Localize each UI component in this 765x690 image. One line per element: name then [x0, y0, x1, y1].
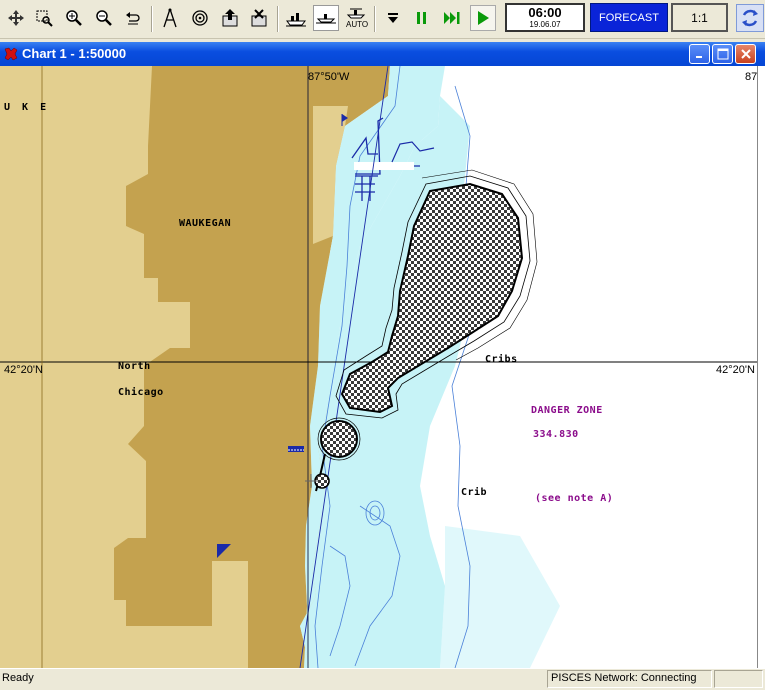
status-bar: Ready PISCES Network: Connecting	[0, 668, 765, 690]
scale-button[interactable]: 1:1	[671, 3, 728, 32]
main-toolbar: AUTO 06:00 19.06.07 FORECAST 1:1	[0, 0, 765, 39]
close-button[interactable]	[735, 44, 756, 64]
zoom-in-icon[interactable]	[61, 5, 87, 31]
network-status: PISCES Network: Connecting	[551, 672, 697, 684]
ship-waterline-icon[interactable]	[313, 5, 339, 31]
harbor-basin	[354, 162, 414, 170]
chart-window-titlebar[interactable]: Chart 1 - 1:50000	[0, 42, 765, 66]
toolbar-separator	[151, 6, 152, 32]
undo-zoom-icon[interactable]	[120, 5, 146, 31]
pause-icon[interactable]	[409, 5, 435, 31]
top-longitude-label: 87°50'W	[308, 71, 350, 83]
status-panel-empty	[714, 670, 763, 688]
refresh-button[interactable]	[736, 4, 764, 32]
clock-date: 19.06.07	[529, 20, 561, 29]
play-icon[interactable]	[470, 5, 496, 31]
maximize-icon	[717, 48, 728, 60]
place-north: North	[118, 361, 151, 372]
fast-forward-icon[interactable]	[439, 5, 465, 31]
feature-crib: Crib	[461, 487, 488, 498]
zoom-out-icon[interactable]	[91, 5, 117, 31]
auto-label: AUTO	[346, 20, 369, 29]
chart-map	[0, 66, 757, 668]
right-latitude-label: 42°20'N	[716, 364, 755, 376]
chart-right-edge	[757, 66, 765, 668]
status-text: Ready	[2, 672, 34, 684]
maximize-button[interactable]	[712, 44, 733, 64]
place-waukegan: WAUKEGAN	[179, 218, 232, 229]
pier-symbol	[288, 446, 304, 452]
left-latitude-label: 42°20'N	[4, 364, 43, 376]
toolbar-separator	[374, 6, 375, 32]
compass-icon[interactable]	[157, 5, 183, 31]
danger-zone-code: 334.830	[533, 429, 579, 440]
edge-label-right: 87	[745, 71, 758, 83]
nautical-chart[interactable]: 87°50'W 42°20'N 42°20'N U K E WAUKEGAN N…	[0, 66, 757, 668]
place-chicago: Chicago	[118, 387, 164, 398]
minimize-icon	[695, 56, 702, 58]
edge-label-top-left: U K E	[4, 102, 50, 113]
stop-icon[interactable]	[380, 5, 406, 31]
pan-icon[interactable]	[3, 5, 29, 31]
danger-zone-note: (see note A)	[535, 493, 614, 504]
danger-zone-title: DANGER ZONE	[531, 405, 603, 416]
minimize-button[interactable]	[689, 44, 710, 64]
window-title: Chart 1 - 1:50000	[22, 46, 127, 61]
import-icon[interactable]	[246, 5, 272, 31]
toolbar-separator	[277, 6, 278, 32]
shallow-water-fringe	[440, 526, 560, 668]
refresh-icon	[742, 9, 758, 27]
clock-time: 06:00	[528, 5, 562, 20]
simulation-clock: 06:00 19.06.07	[505, 3, 585, 32]
auto-ship-icon[interactable]	[343, 5, 369, 21]
target-icon[interactable]	[187, 5, 213, 31]
circular-zone	[320, 420, 358, 458]
close-icon	[740, 49, 751, 59]
app-icon	[4, 47, 18, 61]
ship-icon[interactable]	[283, 5, 309, 31]
zoom-window-icon[interactable]	[31, 5, 57, 31]
forecast-button[interactable]: FORECAST	[590, 3, 668, 32]
feature-cribs: Cribs	[485, 354, 518, 365]
export-icon[interactable]	[217, 5, 243, 31]
